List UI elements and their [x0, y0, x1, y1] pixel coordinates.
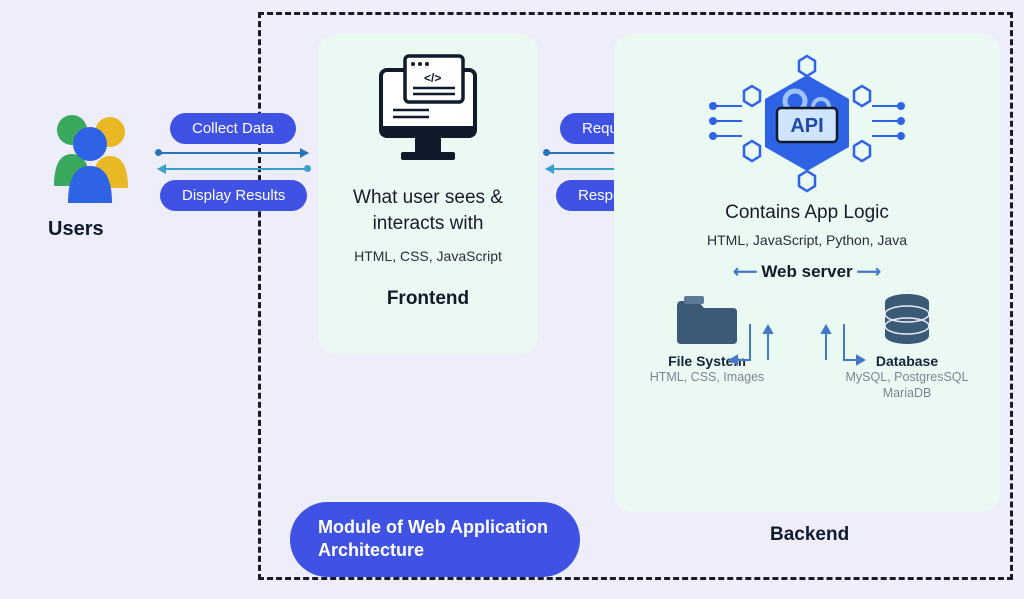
- frontend-tech: HTML, CSS, JavaScript: [318, 248, 538, 264]
- arrow-display: [158, 168, 308, 170]
- api-badge-text: API: [790, 115, 823, 137]
- collect-data-pill: Collect Data: [170, 113, 296, 144]
- frontend-description: What user sees & interacts with: [328, 185, 528, 236]
- webserver-label: ⟵Web server⟶: [614, 262, 1000, 282]
- users-icon: [40, 108, 140, 203]
- api-icon: API: [707, 46, 907, 196]
- display-results-pill: Display Results: [160, 180, 307, 211]
- backend-panel: API Contains App Logic HTML, JavaScript,…: [614, 34, 1000, 512]
- webserver-connectors: [690, 320, 925, 390]
- diagram-title: Module of Web ApplicationArchitecture: [290, 502, 580, 577]
- arrow-collect: [158, 152, 308, 154]
- backend-tech: HTML, JavaScript, Python, Java: [614, 232, 1000, 248]
- users-label: Users: [48, 218, 104, 241]
- frontend-label: Frontend: [318, 288, 538, 310]
- backend-label: Backend: [770, 524, 849, 546]
- backend-title: Contains App Logic: [614, 202, 1000, 224]
- monitor-icon: </>: [373, 52, 483, 167]
- svg-text:</>: </>: [424, 71, 441, 85]
- frontend-panel: </> What user sees & interacts with HTML…: [318, 34, 538, 354]
